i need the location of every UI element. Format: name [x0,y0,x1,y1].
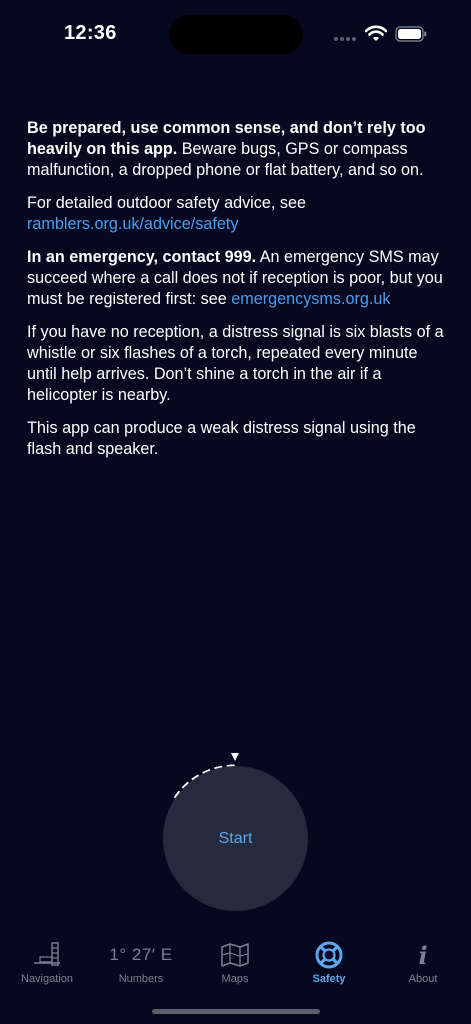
tab-numbers[interactable]: 1° 27′ E Numbers [94,935,188,991]
info-icon: i [418,940,428,970]
status-bar: 12:36 [0,0,471,70]
wifi-icon [365,25,387,41]
preparedness-paragraph: Be prepared, use common sense, and don’t… [27,118,447,181]
app-signal-paragraph: This app can produce a weak distress sig… [27,419,416,458]
ramblers-link[interactable]: ramblers.org.uk/advice/safety [27,215,238,233]
tab-about[interactable]: i About [376,935,470,991]
tab-navigation-label: Navigation [21,973,73,985]
safety-info: Be prepared, use common sense, and don’t… [27,118,447,472]
emergency-paragraph: In an emergency, contact 999. An emergen… [27,247,447,310]
lifebuoy-icon [315,941,343,969]
advice-paragraph: For detailed outdoor safety advice, see … [27,193,447,235]
home-indicator[interactable] [152,1009,320,1014]
safety-screen: 12:36 Be prepared, use common sense, and… [0,0,471,1024]
distress-signal-paragraph: If you have no reception, a distress sig… [27,323,444,404]
tab-maps-label: Maps [221,973,249,985]
map-icon [221,943,249,967]
start-button-label: Start [218,829,253,847]
tab-bar: Navigation 1° 27′ E Numbers Maps Safety … [0,935,471,995]
tab-safety-label: Safety [312,973,346,985]
cellular-signal-icon [334,37,358,43]
tab-about-label: About [408,973,438,985]
emergency-heading: In an emergency, contact 999. [27,248,257,266]
emergencysms-link[interactable]: emergencysms.org.uk [231,290,390,308]
coordinates-text: 1° 27′ E [109,945,173,964]
tab-navigation[interactable]: Navigation [0,935,94,991]
battery-icon [395,26,427,42]
navigation-icon [34,942,60,966]
status-time: 12:36 [64,22,117,44]
start-button[interactable]: Start [163,766,308,911]
dynamic-island [169,15,303,54]
tab-numbers-label: Numbers [118,973,164,985]
advice-text: For detailed outdoor safety advice, see [27,194,306,212]
tab-safety[interactable]: Safety [282,935,376,991]
tab-maps[interactable]: Maps [188,935,282,991]
